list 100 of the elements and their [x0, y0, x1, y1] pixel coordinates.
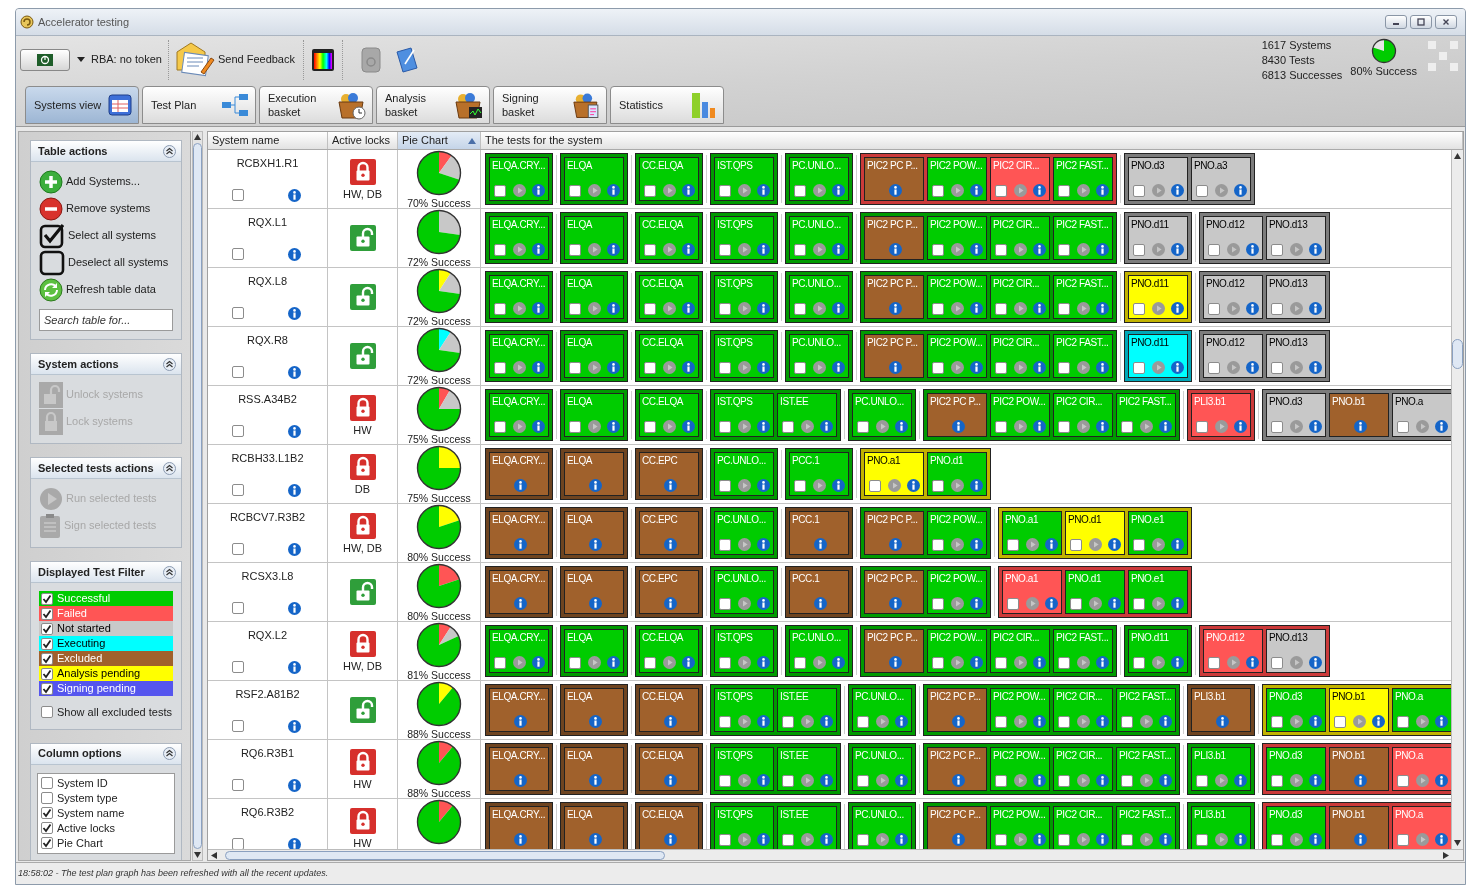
play-icon[interactable]: [1013, 184, 1027, 197]
play-icon[interactable]: [1289, 774, 1303, 787]
test-tile[interactable]: PIC2 PC P...: [864, 334, 924, 378]
info-icon[interactable]: [1372, 715, 1385, 728]
play-icon[interactable]: [512, 302, 526, 315]
test-tile[interactable]: CC.EPC: [639, 511, 699, 555]
checkbox[interactable]: [1121, 833, 1133, 846]
info-icon[interactable]: [1096, 243, 1109, 256]
test-tile[interactable]: CC.ELQA: [639, 216, 699, 260]
checkbox[interactable]: [232, 248, 244, 260]
checkbox[interactable]: [41, 682, 53, 695]
info-icon[interactable]: [895, 715, 908, 728]
test-tile[interactable]: PNO.d3: [1266, 688, 1326, 732]
info-icon[interactable]: [607, 361, 620, 374]
checkbox[interactable]: [232, 779, 244, 791]
test-tile[interactable]: PIC2 PC P...: [927, 688, 987, 732]
test-tile[interactable]: ELQA: [564, 806, 624, 849]
info-icon[interactable]: [1171, 302, 1184, 315]
info-icon[interactable]: [288, 779, 301, 792]
checkbox[interactable]: [1334, 715, 1346, 728]
info-icon[interactable]: [1309, 420, 1322, 433]
info-icon[interactable]: [288, 248, 301, 261]
checkbox[interactable]: [1058, 420, 1070, 433]
info-icon[interactable]: [1435, 715, 1448, 728]
test-tile[interactable]: PNO.d13: [1266, 629, 1326, 673]
checkbox[interactable]: [569, 420, 581, 433]
info-icon[interactable]: [1171, 538, 1184, 551]
test-tile[interactable]: PNO.d12: [1203, 275, 1263, 319]
test-tile[interactable]: PCC.1: [789, 570, 849, 614]
test-tile[interactable]: PC.UNLO...: [852, 806, 912, 849]
checkbox[interactable]: [932, 184, 944, 197]
info-icon[interactable]: [288, 838, 301, 849]
play-icon[interactable]: [737, 833, 751, 846]
action-item[interactable]: Deselect all systems: [39, 249, 173, 276]
info-icon[interactable]: [832, 656, 845, 669]
test-tile[interactable]: IST.QPS: [714, 275, 774, 319]
test-tile[interactable]: PNO.b1: [1329, 393, 1389, 437]
play-icon[interactable]: [800, 420, 814, 433]
checkbox[interactable]: [1058, 715, 1070, 728]
play-icon[interactable]: [737, 538, 751, 551]
test-tile[interactable]: CC.ELQA: [639, 275, 699, 319]
checkbox[interactable]: [719, 361, 731, 374]
info-icon[interactable]: [951, 715, 965, 728]
checkbox[interactable]: [1007, 538, 1019, 551]
info-icon[interactable]: [1246, 243, 1259, 256]
info-icon[interactable]: [951, 833, 965, 846]
checkbox[interactable]: [1196, 833, 1208, 846]
test-tile[interactable]: PIC2 FAST...: [1116, 688, 1176, 732]
checkbox[interactable]: [857, 420, 869, 433]
test-tile[interactable]: ELQA.CRY...: [489, 747, 549, 791]
info-icon[interactable]: [757, 656, 770, 669]
test-tile[interactable]: CC.ELQA: [639, 747, 699, 791]
checkbox[interactable]: [1007, 597, 1019, 610]
info-icon[interactable]: [907, 479, 920, 492]
info-icon[interactable]: [832, 243, 845, 256]
test-tile[interactable]: PNO.a1: [864, 452, 924, 496]
checkbox[interactable]: [569, 243, 581, 256]
test-tile[interactable]: IST.QPS: [714, 806, 774, 849]
info-icon[interactable]: [682, 302, 695, 315]
send-feedback-button[interactable]: Send Feedback: [174, 39, 295, 80]
info-icon[interactable]: [1033, 243, 1046, 256]
info-icon[interactable]: [757, 479, 770, 492]
play-icon[interactable]: [1226, 361, 1240, 374]
info-icon[interactable]: [1033, 302, 1046, 315]
info-icon[interactable]: [832, 479, 845, 492]
info-icon[interactable]: [682, 656, 695, 669]
info-icon[interactable]: [1171, 361, 1184, 374]
column-header[interactable]: The tests for the system: [481, 132, 1463, 149]
info-icon[interactable]: [682, 361, 695, 374]
test-tile[interactable]: IST.EE: [777, 747, 837, 791]
play-icon[interactable]: [1151, 656, 1165, 669]
play-icon[interactable]: [662, 302, 676, 315]
test-tile[interactable]: PIC2 CIR...: [990, 334, 1050, 378]
test-tile[interactable]: PC.UNLO...: [789, 157, 849, 201]
play-icon[interactable]: [587, 184, 601, 197]
checkbox[interactable]: [1271, 361, 1283, 374]
info-icon[interactable]: [970, 302, 983, 315]
checkbox[interactable]: [1271, 833, 1283, 846]
info-icon[interactable]: [757, 184, 770, 197]
info-icon[interactable]: [513, 538, 527, 551]
checkbox[interactable]: [995, 656, 1007, 669]
info-icon[interactable]: [607, 184, 620, 197]
info-icon[interactable]: [513, 833, 527, 846]
info-icon[interactable]: [1215, 715, 1229, 728]
test-tile[interactable]: CC.ELQA: [639, 806, 699, 849]
info-icon[interactable]: [757, 302, 770, 315]
checkbox[interactable]: [1271, 302, 1283, 315]
test-tile[interactable]: ELQA: [564, 334, 624, 378]
checkbox[interactable]: [1121, 715, 1133, 728]
test-tile[interactable]: ELQA: [564, 393, 624, 437]
play-icon[interactable]: [1013, 243, 1027, 256]
info-icon[interactable]: [288, 425, 301, 438]
checkbox[interactable]: [494, 361, 506, 374]
checkbox[interactable]: [232, 602, 244, 614]
play-icon[interactable]: [587, 420, 601, 433]
test-tile[interactable]: CC.ELQA: [639, 334, 699, 378]
test-tile[interactable]: PIC2 PC P...: [864, 157, 924, 201]
checkbox[interactable]: [857, 833, 869, 846]
info-icon[interactable]: [607, 656, 620, 669]
test-tile[interactable]: CC.EPC: [639, 452, 699, 496]
